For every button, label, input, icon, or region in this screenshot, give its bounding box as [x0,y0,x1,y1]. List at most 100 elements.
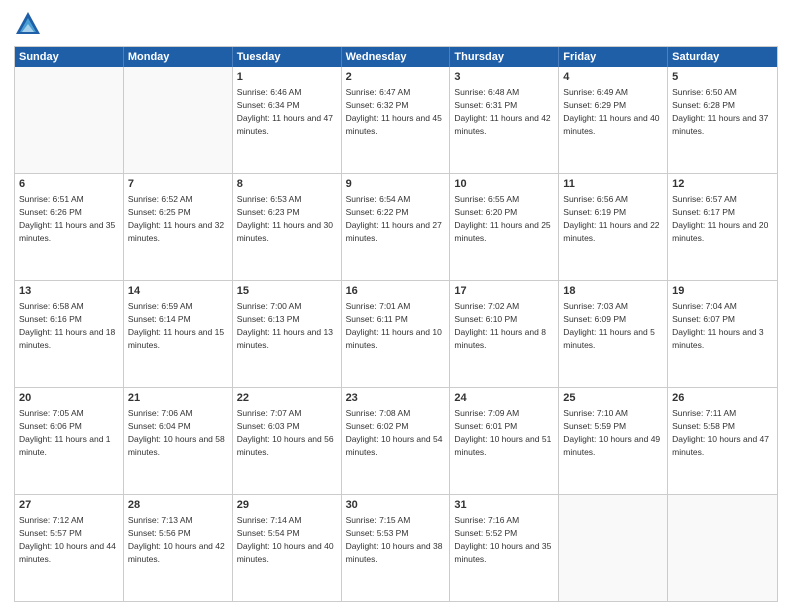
day-cell-13: 13 Sunrise: 6:58 AM Sunset: 6:16 PM Dayli… [15,281,124,387]
day-number: 5 [672,70,773,85]
day-cell-15: 15 Sunrise: 7:00 AM Sunset: 6:13 PM Dayli… [233,281,342,387]
day-info: Sunrise: 7:01 AM Sunset: 6:11 PM Dayligh… [346,301,445,350]
day-cell-1: 1 Sunrise: 6:46 AM Sunset: 6:34 PM Daylig… [233,67,342,173]
day-cell-9: 9 Sunrise: 6:54 AM Sunset: 6:22 PM Daylig… [342,174,451,280]
day-info: Sunrise: 6:56 AM Sunset: 6:19 PM Dayligh… [563,194,662,243]
header-thursday: Thursday [450,47,559,67]
header-friday: Friday [559,47,668,67]
day-cell-30: 30Sunrise: 7:15 AM Sunset: 5:53 PM Dayli… [342,495,451,601]
day-info: Sunrise: 6:48 AM Sunset: 6:31 PM Dayligh… [454,87,553,136]
week-row-1: 6 Sunrise: 6:51 AM Sunset: 6:26 PM Daylig… [15,174,777,281]
day-number: 6 [19,177,119,192]
day-cell-20: 20Sunrise: 7:05 AM Sunset: 6:06 PM Dayli… [15,388,124,494]
day-number: 17 [454,284,554,299]
day-number: 27 [19,498,119,513]
day-info: Sunrise: 6:46 AM Sunset: 6:34 PM Dayligh… [237,87,336,136]
day-cell-23: 23 Sunrise: 7:08 AM Sunset: 6:02 PM Dayli… [342,388,451,494]
day-cell-28: 28Sunrise: 7:13 AM Sunset: 5:56 PM Dayli… [124,495,233,601]
day-cell-2: 2 Sunrise: 6:47 AM Sunset: 6:32 PM Daylig… [342,67,451,173]
day-cell-4: 4Sunrise: 6:49 AM Sunset: 6:29 PM Daylig… [559,67,668,173]
calendar-body: 1 Sunrise: 6:46 AM Sunset: 6:34 PM Daylig… [15,67,777,601]
day-info: Sunrise: 7:04 AM Sunset: 6:07 PM Dayligh… [672,301,766,350]
calendar-header: SundayMondayTuesdayWednesdayThursdayFrid… [15,47,777,67]
header [14,10,778,38]
day-info: Sunrise: 7:03 AM Sunset: 6:09 PM Dayligh… [563,301,657,350]
day-info: Sunrise: 7:13 AM Sunset: 5:56 PM Dayligh… [128,515,227,564]
day-number: 24 [454,391,554,406]
empty-cell [559,495,668,601]
day-number: 9 [346,177,446,192]
day-cell-10: 10Sunrise: 6:55 AM Sunset: 6:20 PM Dayli… [450,174,559,280]
day-info: Sunrise: 6:47 AM Sunset: 6:32 PM Dayligh… [346,87,445,136]
day-number: 31 [454,498,554,513]
day-number: 13 [19,284,119,299]
day-number: 1 [237,70,337,85]
empty-cell [124,67,233,173]
day-cell-25: 25 Sunrise: 7:10 AM Sunset: 5:59 PM Dayli… [559,388,668,494]
day-info: Sunrise: 7:02 AM Sunset: 6:10 PM Dayligh… [454,301,548,350]
day-number: 19 [672,284,773,299]
day-number: 12 [672,177,773,192]
day-info: Sunrise: 6:55 AM Sunset: 6:20 PM Dayligh… [454,194,553,243]
header-sunday: Sunday [15,47,124,67]
day-info: Sunrise: 7:14 AM Sunset: 5:54 PM Dayligh… [237,515,336,564]
week-row-0: 1 Sunrise: 6:46 AM Sunset: 6:34 PM Daylig… [15,67,777,174]
day-number: 21 [128,391,228,406]
day-cell-31: 31 Sunrise: 7:16 AM Sunset: 5:52 PM Dayli… [450,495,559,601]
page-container: SundayMondayTuesdayWednesdayThursdayFrid… [0,0,792,612]
day-number: 29 [237,498,337,513]
day-info: Sunrise: 6:50 AM Sunset: 6:28 PM Dayligh… [672,87,771,136]
day-cell-14: 14 Sunrise: 6:59 AM Sunset: 6:14 PM Dayli… [124,281,233,387]
day-info: Sunrise: 7:16 AM Sunset: 5:52 PM Dayligh… [454,515,553,564]
header-monday: Monday [124,47,233,67]
day-number: 11 [563,177,663,192]
day-info: Sunrise: 6:57 AM Sunset: 6:17 PM Dayligh… [672,194,771,243]
day-info: Sunrise: 7:00 AM Sunset: 6:13 PM Dayligh… [237,301,336,350]
day-number: 2 [346,70,446,85]
day-info: Sunrise: 6:49 AM Sunset: 6:29 PM Dayligh… [563,87,662,136]
day-cell-16: 16 Sunrise: 7:01 AM Sunset: 6:11 PM Dayli… [342,281,451,387]
day-cell-19: 19 Sunrise: 7:04 AM Sunset: 6:07 PM Dayli… [668,281,777,387]
day-number: 26 [672,391,773,406]
week-row-2: 13 Sunrise: 6:58 AM Sunset: 6:16 PM Dayli… [15,281,777,388]
logo-icon [14,10,42,38]
day-info: Sunrise: 6:54 AM Sunset: 6:22 PM Dayligh… [346,194,445,243]
day-cell-29: 29 Sunrise: 7:14 AM Sunset: 5:54 PM Dayli… [233,495,342,601]
day-cell-24: 24 Sunrise: 7:09 AM Sunset: 6:01 PM Dayli… [450,388,559,494]
week-row-4: 27 Sunrise: 7:12 AM Sunset: 5:57 PM Dayli… [15,495,777,601]
day-cell-8: 8Sunrise: 6:53 AM Sunset: 6:23 PM Daylig… [233,174,342,280]
empty-cell [15,67,124,173]
empty-cell [668,495,777,601]
day-number: 16 [346,284,446,299]
day-cell-18: 18 Sunrise: 7:03 AM Sunset: 6:09 PM Dayli… [559,281,668,387]
day-number: 14 [128,284,228,299]
day-info: Sunrise: 7:08 AM Sunset: 6:02 PM Dayligh… [346,408,445,457]
day-info: Sunrise: 6:53 AM Sunset: 6:23 PM Dayligh… [237,194,336,243]
day-cell-11: 11 Sunrise: 6:56 AM Sunset: 6:19 PM Dayli… [559,174,668,280]
day-number: 25 [563,391,663,406]
day-cell-17: 17 Sunrise: 7:02 AM Sunset: 6:10 PM Dayli… [450,281,559,387]
calendar: SundayMondayTuesdayWednesdayThursdayFrid… [14,46,778,602]
header-saturday: Saturday [668,47,777,67]
day-cell-12: 12 Sunrise: 6:57 AM Sunset: 6:17 PM Dayli… [668,174,777,280]
day-info: Sunrise: 7:10 AM Sunset: 5:59 PM Dayligh… [563,408,662,457]
day-number: 23 [346,391,446,406]
day-info: Sunrise: 6:59 AM Sunset: 6:14 PM Dayligh… [128,301,227,350]
day-info: Sunrise: 6:51 AM Sunset: 6:26 PM Dayligh… [19,194,118,243]
week-row-3: 20Sunrise: 7:05 AM Sunset: 6:06 PM Dayli… [15,388,777,495]
day-cell-6: 6 Sunrise: 6:51 AM Sunset: 6:26 PM Daylig… [15,174,124,280]
day-number: 7 [128,177,228,192]
day-number: 3 [454,70,554,85]
day-cell-3: 3 Sunrise: 6:48 AM Sunset: 6:31 PM Daylig… [450,67,559,173]
day-number: 15 [237,284,337,299]
day-info: Sunrise: 7:11 AM Sunset: 5:58 PM Dayligh… [672,408,771,457]
day-cell-22: 22Sunrise: 7:07 AM Sunset: 6:03 PM Dayli… [233,388,342,494]
day-number: 18 [563,284,663,299]
day-number: 20 [19,391,119,406]
day-cell-5: 5 Sunrise: 6:50 AM Sunset: 6:28 PM Daylig… [668,67,777,173]
day-info: Sunrise: 7:09 AM Sunset: 6:01 PM Dayligh… [454,408,553,457]
day-info: Sunrise: 6:58 AM Sunset: 6:16 PM Dayligh… [19,301,118,350]
day-info: Sunrise: 7:12 AM Sunset: 5:57 PM Dayligh… [19,515,118,564]
logo [14,10,46,38]
day-cell-7: 7Sunrise: 6:52 AM Sunset: 6:25 PM Daylig… [124,174,233,280]
